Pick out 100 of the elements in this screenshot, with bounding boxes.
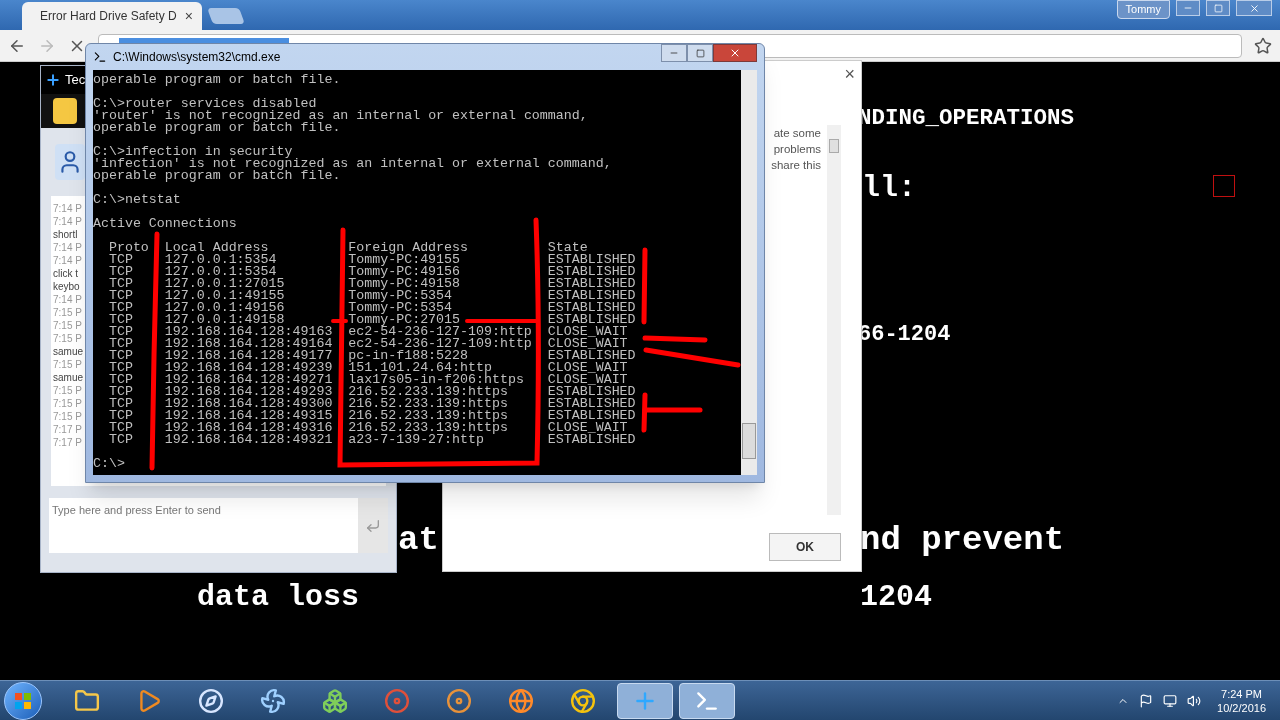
column-header: State	[547, 242, 588, 254]
dialog-text: problems	[773, 142, 821, 157]
table-cell-text: TCP	[108, 254, 134, 266]
message-time: 7:17 P	[53, 423, 82, 436]
table-cell-text: TCP	[108, 302, 134, 314]
table-cell-text: TCP	[108, 278, 134, 290]
message-time: 7:15 P	[53, 384, 82, 397]
message-text: samue	[53, 371, 83, 384]
table-cell-text: 216.52.233.139:https	[348, 386, 508, 398]
warning-text: ll:	[862, 170, 916, 207]
table-cell-text: 127.0.0.1:5354	[164, 254, 278, 266]
table-cell-text: TCP	[108, 266, 134, 278]
table-cell-text: Tommy-PC:27015	[348, 314, 461, 326]
column-header: Foreign Address	[348, 242, 469, 254]
phone-number-text: 1204	[860, 579, 932, 616]
table-cell-text: TCP	[108, 350, 134, 362]
table-cell-text: Tommy-PC:5354	[348, 290, 453, 302]
message-time: 7:14 P	[53, 215, 82, 228]
table-cell: CLOSE_WAIT	[547, 326, 628, 338]
message-text: click t	[53, 267, 78, 280]
table-cell: ESTABLISHED	[547, 278, 636, 290]
table-cell-text: 127.0.0.1:5354	[164, 266, 277, 278]
table-cell: ESTABLISHED	[547, 410, 636, 422]
table-cell-text: 192.168.164.128:49300	[164, 398, 334, 410]
table-cell: CLOSE_WAIT	[547, 422, 628, 434]
table-cell-text: 127.0.0.1:27015	[164, 278, 286, 290]
console-line: C:\>netstat	[93, 194, 182, 206]
table-cell: ESTABLISHED	[547, 266, 636, 278]
message-text: keybo	[53, 280, 80, 293]
tab-title: Error Hard Drive Safety D	[40, 8, 177, 25]
message-time: 7:14 P	[53, 241, 82, 254]
column-header: Local Address	[164, 242, 269, 254]
table-cell: ESTABLISHED	[547, 386, 636, 398]
message-time: 7:15 P	[53, 410, 82, 423]
table-cell-text: pc-in-f188:5228	[348, 350, 468, 362]
table-cell-text: ec2-54-236-127-109:http	[348, 326, 533, 338]
table-cell-text: 127.0.0.1:49158	[164, 314, 285, 326]
table-cell-text: TCP	[108, 434, 134, 446]
table-cell-text: Tommy-PC:49156	[348, 266, 462, 278]
table-cell: ESTABLISHED	[547, 434, 636, 446]
table-cell-text: TCP	[108, 422, 134, 434]
console-line: C:\>infection in security	[93, 146, 293, 158]
warning-text: nd prevent	[860, 520, 1065, 561]
column-header: Proto	[108, 242, 150, 254]
message-time: 7:15 P	[53, 332, 82, 345]
message-text: shortl	[53, 228, 78, 241]
message-time: 7:17 P	[53, 436, 82, 449]
table-cell: CLOSE_WAIT	[547, 362, 628, 374]
table-cell-text: TCP	[108, 326, 134, 338]
table-cell-text: TCP	[108, 338, 134, 350]
dialog-text: share this	[771, 158, 821, 173]
table-cell-text: 216.52.233.139:https	[348, 398, 509, 410]
message-text: samue	[53, 345, 83, 358]
table-cell-text: TCP	[108, 362, 134, 374]
console-line: operable program or batch file.	[93, 122, 342, 134]
table-cell: ESTABLISHED	[547, 314, 636, 326]
message-time: 7:15 P	[53, 397, 82, 410]
table-cell-text: TCP	[108, 410, 134, 422]
table-cell: ESTABLISHED	[547, 302, 636, 314]
command-prompt: C:\>	[93, 458, 126, 470]
table-cell-text: TCP	[108, 374, 134, 386]
table-cell: ESTABLISHED	[547, 254, 636, 266]
table-cell-text: Tommy-PC:5354	[348, 302, 453, 314]
message-time: 7:15 P	[53, 306, 82, 319]
table-cell-text: 192.168.164.128:49239	[164, 362, 334, 374]
table-cell-text: 127.0.0.1:49156	[164, 302, 286, 314]
phone-number-text: 66-1204	[858, 321, 951, 349]
table-cell: ESTABLISHED	[547, 350, 636, 362]
table-cell-text: Tommy-PC:49155	[348, 254, 462, 266]
table-cell-text: 192.168.164.128:49315	[164, 410, 334, 422]
table-cell-text: 127.0.0.1:49155	[164, 290, 286, 302]
warning-text: NDING_OPERATIONS	[858, 104, 1075, 133]
console-line: 'infection' is not recognized as an internal or external command,	[93, 158, 613, 170]
console-line: 'router' is not recognized as an internal or external command,	[93, 110, 589, 122]
message-time: 7:15 P	[53, 319, 82, 332]
console-line: C:\>router services disabled	[93, 98, 318, 110]
chat-title: Tec	[65, 71, 86, 90]
table-cell-text: 192.168.164.128:49321	[164, 434, 334, 446]
table-cell-text: 192.168.164.128:49316	[164, 422, 334, 434]
table-cell-text: 151.101.24.64:http	[348, 362, 492, 374]
table-cell-text: TCP	[108, 398, 134, 410]
table-cell-text: Tommy-PC:49158	[348, 278, 462, 290]
table-cell-text: TCP	[108, 314, 134, 326]
table-cell: ESTABLISHED	[547, 398, 636, 410]
message-time: 7:14 P	[53, 202, 82, 215]
table-cell-text: 192.168.164.128:49164	[164, 338, 334, 350]
warning-text: data loss	[197, 579, 360, 616]
dialog-text: ate some	[773, 126, 821, 141]
table-cell-text: 192.168.164.128:49293	[164, 386, 334, 398]
table-cell-text: 216.52.233.139:https	[348, 422, 509, 434]
console-line: Active Connections	[93, 218, 238, 230]
table-cell-text: 192.168.164.128:49163	[164, 326, 334, 338]
table-cell-text: 216.52.233.139:https	[348, 410, 509, 422]
table-cell: ESTABLISHED	[547, 290, 636, 302]
table-cell: CLOSE_WAIT	[547, 374, 628, 386]
message-time: 7:14 P	[53, 254, 82, 267]
warning-text: at	[398, 520, 439, 561]
console-line: operable program or batch file.	[93, 170, 342, 182]
table-cell-text: a23-7-139-27:http	[348, 434, 484, 446]
table-cell-text: 192.168.164.128:49271	[164, 374, 334, 386]
